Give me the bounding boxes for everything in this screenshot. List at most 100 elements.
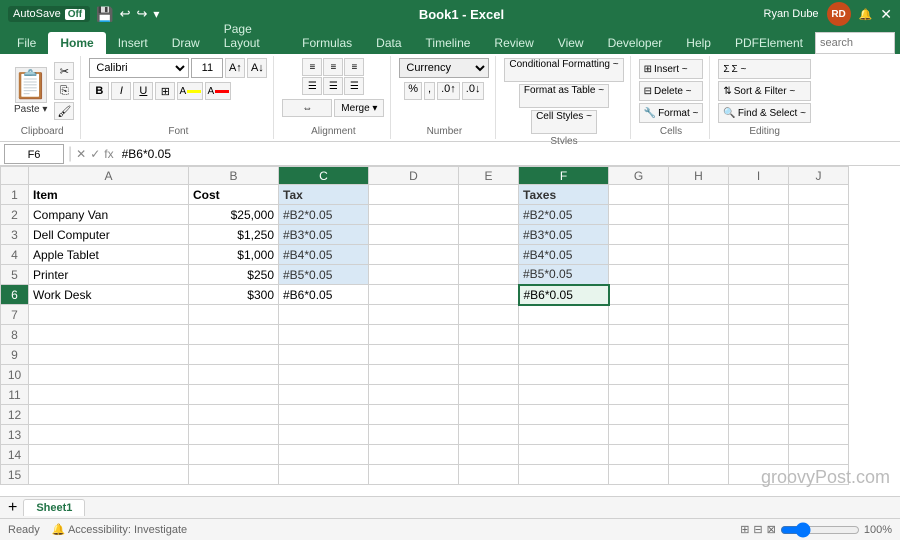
- cell-7-E[interactable]: [459, 305, 519, 325]
- cell-14-F[interactable]: [519, 445, 609, 465]
- col-header-row-num[interactable]: [1, 167, 29, 185]
- tab-timeline[interactable]: Timeline: [414, 32, 483, 54]
- cell-8-A[interactable]: [29, 325, 189, 345]
- cell-9-I[interactable]: [729, 345, 789, 365]
- cell-11-E[interactable]: [459, 385, 519, 405]
- tab-file[interactable]: File: [5, 32, 48, 54]
- cell-12-D[interactable]: [369, 405, 459, 425]
- cell-5-I[interactable]: [729, 265, 789, 285]
- cell-6-G[interactable]: [609, 285, 669, 305]
- cell-8-D[interactable]: [369, 325, 459, 345]
- cell-11-B[interactable]: [189, 385, 279, 405]
- find-select-button[interactable]: 🔍 Find & Select ~: [718, 103, 811, 123]
- cell-2-E[interactable]: [459, 205, 519, 225]
- zoom-slider[interactable]: [780, 522, 860, 538]
- cell-13-A[interactable]: [29, 425, 189, 445]
- cell-9-C[interactable]: [279, 345, 369, 365]
- cell-13-B[interactable]: [189, 425, 279, 445]
- cell-8-G[interactable]: [609, 325, 669, 345]
- row-header-3[interactable]: 3: [1, 225, 29, 245]
- redo-icon[interactable]: ↪: [137, 6, 148, 22]
- cell-12-B[interactable]: [189, 405, 279, 425]
- tab-help[interactable]: Help: [674, 32, 723, 54]
- fill-color-button[interactable]: A: [177, 82, 203, 100]
- italic-button[interactable]: I: [111, 82, 131, 100]
- cell-10-I[interactable]: [729, 365, 789, 385]
- row-header-2[interactable]: 2: [1, 205, 29, 225]
- col-header-B[interactable]: B: [189, 167, 279, 185]
- more-tools-icon[interactable]: ▾: [153, 7, 159, 21]
- cell-15-F[interactable]: [519, 465, 609, 485]
- cell-2-C[interactable]: #B2*0.05: [279, 205, 369, 225]
- cell-8-C[interactable]: [279, 325, 369, 345]
- cut-button[interactable]: ✂: [54, 62, 74, 80]
- align-top-center-button[interactable]: ≡: [323, 58, 343, 76]
- cell-7-A[interactable]: [29, 305, 189, 325]
- col-header-C[interactable]: C: [279, 167, 369, 185]
- row-header-1[interactable]: 1: [1, 185, 29, 205]
- tab-developer[interactable]: Developer: [596, 32, 675, 54]
- cell-8-H[interactable]: [669, 325, 729, 345]
- align-top-left-button[interactable]: ≡: [302, 58, 322, 76]
- cell-9-H[interactable]: [669, 345, 729, 365]
- cell-1-E[interactable]: [459, 185, 519, 205]
- cell-14-H[interactable]: [669, 445, 729, 465]
- tab-page-layout[interactable]: Page Layout: [212, 18, 290, 54]
- cell-2-B[interactable]: $25,000: [189, 205, 279, 225]
- tab-view[interactable]: View: [546, 32, 596, 54]
- cell-14-D[interactable]: [369, 445, 459, 465]
- cell-7-I[interactable]: [729, 305, 789, 325]
- cell-2-D[interactable]: [369, 205, 459, 225]
- undo-icon[interactable]: ↩: [120, 6, 131, 22]
- cell-9-J[interactable]: [789, 345, 849, 365]
- font-size-decrease-button[interactable]: A↓: [247, 58, 267, 78]
- row-header-9[interactable]: 9: [1, 345, 29, 365]
- cell-10-D[interactable]: [369, 365, 459, 385]
- cell-7-B[interactable]: [189, 305, 279, 325]
- cell-12-J[interactable]: [789, 405, 849, 425]
- cell-3-D[interactable]: [369, 225, 459, 245]
- cancel-formula-icon[interactable]: ✕: [76, 147, 86, 161]
- cell-9-A[interactable]: [29, 345, 189, 365]
- cell-5-E[interactable]: [459, 265, 519, 285]
- cell-8-F[interactable]: [519, 325, 609, 345]
- formula-input[interactable]: [118, 144, 896, 164]
- cell-8-E[interactable]: [459, 325, 519, 345]
- col-header-G[interactable]: G: [609, 167, 669, 185]
- cell-6-I[interactable]: [729, 285, 789, 305]
- cell-3-H[interactable]: [669, 225, 729, 245]
- cell-12-C[interactable]: [279, 405, 369, 425]
- cell-15-D[interactable]: [369, 465, 459, 485]
- cell-15-E[interactable]: [459, 465, 519, 485]
- cell-15-G[interactable]: [609, 465, 669, 485]
- cell-3-B[interactable]: $1,250: [189, 225, 279, 245]
- cell-4-G[interactable]: [609, 245, 669, 265]
- col-header-J[interactable]: J: [789, 167, 849, 185]
- cell-11-D[interactable]: [369, 385, 459, 405]
- cell-12-H[interactable]: [669, 405, 729, 425]
- cell-13-H[interactable]: [669, 425, 729, 445]
- cell-4-B[interactable]: $1,000: [189, 245, 279, 265]
- cell-4-H[interactable]: [669, 245, 729, 265]
- cell-6-B[interactable]: $300: [189, 285, 279, 305]
- cell-3-E[interactable]: [459, 225, 519, 245]
- merge-center-button[interactable]: Merge ▾: [334, 99, 384, 117]
- cell-2-F[interactable]: #B2*0.05: [519, 205, 609, 225]
- cell-1-G[interactable]: [609, 185, 669, 205]
- cell-11-F[interactable]: [519, 385, 609, 405]
- cell-3-C[interactable]: #B3*0.05: [279, 225, 369, 245]
- cell-14-C[interactable]: [279, 445, 369, 465]
- cell-6-D[interactable]: [369, 285, 459, 305]
- cell-9-E[interactable]: [459, 345, 519, 365]
- cell-reference-box[interactable]: F6: [4, 144, 64, 164]
- comma-button[interactable]: ,: [424, 82, 435, 100]
- cell-9-B[interactable]: [189, 345, 279, 365]
- grid-wrapper[interactable]: ABCDEFGHIJ1ItemCostTaxTaxes2Company Van$…: [0, 166, 900, 518]
- tab-home[interactable]: Home: [48, 32, 105, 54]
- border-button[interactable]: ⊞: [155, 82, 175, 100]
- cell-4-A[interactable]: Apple Tablet: [29, 245, 189, 265]
- tab-formulas[interactable]: Formulas: [290, 32, 364, 54]
- confirm-formula-icon[interactable]: ✓: [90, 147, 100, 161]
- col-header-D[interactable]: D: [369, 167, 459, 185]
- cell-9-D[interactable]: [369, 345, 459, 365]
